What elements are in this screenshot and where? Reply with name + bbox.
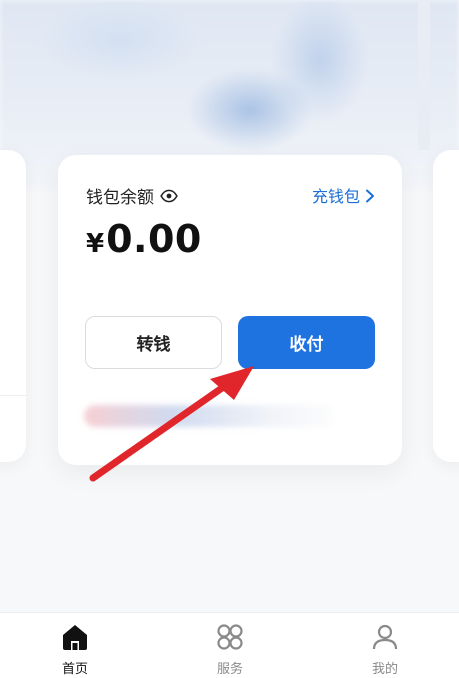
user-icon <box>369 621 401 653</box>
blurred-promo-row[interactable] <box>84 405 334 427</box>
next-card[interactable] <box>433 150 459 462</box>
currency-symbol: ¥ <box>86 229 105 259</box>
balance-label: 钱包余额 <box>86 188 154 208</box>
eye-icon[interactable] <box>160 187 178 205</box>
tab-mine[interactable]: 我的 <box>345 621 425 677</box>
divider <box>0 395 26 396</box>
topup-link[interactable]: 充钱包 <box>312 183 376 207</box>
transfer-button[interactable]: 转钱 <box>85 316 222 369</box>
topup-label: 充钱包 <box>311 187 360 206</box>
bottom-tab-bar: 首页 服务 我的 <box>0 612 459 678</box>
banner-edge <box>418 0 430 150</box>
balance-amount: ¥ 0.00 <box>86 217 202 261</box>
tab-service-label: 服务 <box>216 662 243 677</box>
chevron-right-icon <box>364 188 376 203</box>
grid-icon <box>214 621 246 653</box>
tab-home-label: 首页 <box>61 662 88 677</box>
balance-header: 钱包余额 <box>86 183 178 208</box>
previous-card[interactable] <box>0 150 26 462</box>
wallet-page: 钱包余额 充钱包 ¥ 0.00 转钱 收付 首页 服务 我的 <box>0 0 459 678</box>
tab-service[interactable]: 服务 <box>190 621 270 677</box>
tab-home[interactable]: 首页 <box>35 621 115 677</box>
receive-pay-button[interactable]: 收付 <box>238 316 375 369</box>
wallet-card: 钱包余额 充钱包 ¥ 0.00 转钱 收付 <box>58 155 402 465</box>
tab-mine-label: 我的 <box>371 662 398 677</box>
amount-value: 0.00 <box>106 217 202 261</box>
home-icon <box>59 621 91 653</box>
